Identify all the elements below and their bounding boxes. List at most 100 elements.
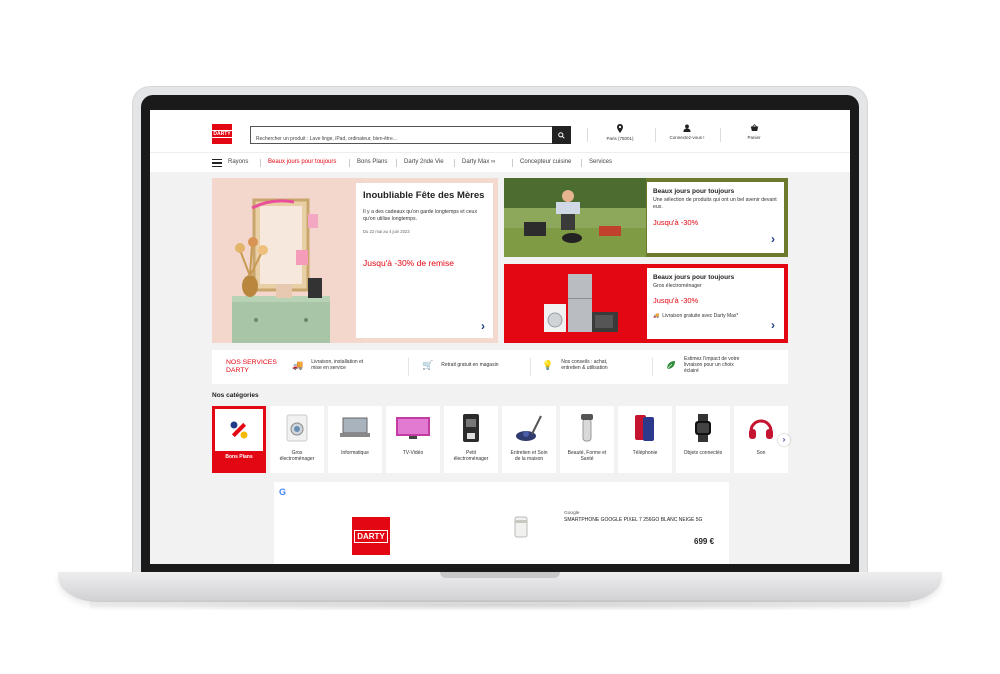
banner2-title: Beaux jours pour toujours — [653, 274, 735, 281]
vacuum-icon — [516, 415, 542, 441]
infinity-icon: ∞ — [491, 159, 496, 165]
category-label: Objets connectés — [683, 450, 723, 456]
service-impact[interactable]: Estimez l'impact de votre livraison pour … — [666, 356, 739, 374]
service-delivery-text: Livraison, installation et mise en servic… — [311, 359, 364, 371]
google-g-icon: G — [279, 487, 287, 497]
washing-machine-icon — [286, 414, 308, 442]
categories-title: Nos catégories — [212, 392, 259, 399]
banner2-subtitle: Gros électroménager — [653, 283, 702, 289]
coffee-machine-icon — [463, 414, 479, 442]
category-label: Son — [756, 450, 766, 456]
nav-item-services[interactable]: Services — [589, 159, 612, 165]
delivery-truck-icon: 🚚 — [292, 360, 304, 370]
category-label: Beauté, Forme et Santé — [567, 450, 607, 462]
basket-icon — [750, 124, 758, 131]
browser-screen: DARTY Paris (75001) Connectez-vous ! Pan… — [150, 110, 850, 564]
ad-logo-text: DARTY — [354, 529, 388, 543]
category-gros-electromenager[interactable]: Gros électroménager — [270, 406, 324, 473]
cart-label: Panier — [747, 135, 761, 140]
banner1-title: Beaux jours pour toujours — [653, 188, 735, 195]
category-label: Petit électroménager — [453, 450, 489, 462]
category-label: Entretien et Soin de la maison — [510, 450, 548, 462]
banner1-text: Une sélection de produits qui ont un bel… — [653, 197, 777, 210]
ad-brand: Google — [564, 511, 580, 516]
laptop-notch — [440, 572, 560, 578]
tv-icon — [396, 417, 430, 439]
search-input[interactable] — [251, 131, 551, 147]
banner1-illustration — [504, 178, 646, 257]
search-button[interactable] — [552, 126, 571, 144]
nav-rayons[interactable]: Rayons — [228, 159, 248, 165]
hero-card: Inoubliable Fête des Mères Il y a des ca… — [356, 183, 493, 338]
laptop-mockup: DARTY Paris (75001) Connectez-vous ! Pan… — [0, 0, 1000, 674]
hero-illustration — [212, 178, 362, 343]
hero-date: Du 22 mai au 4 juin 2023 — [363, 229, 410, 234]
cart-link[interactable]: Panier — [724, 124, 784, 140]
hero-text: Il y a des cadeaux qu'on garde longtemps… — [363, 209, 478, 222]
truck-icon: 🚚 — [653, 312, 660, 319]
main-nav: Rayons Beaux jours pour toujours Bons Pl… — [150, 152, 850, 172]
darty-logo[interactable]: DARTY — [211, 124, 233, 144]
hero-promo: Jusqu'à -30% de remise — [363, 258, 454, 268]
headphones-icon — [749, 419, 773, 439]
service-advice-text: Nos conseils : achat, entretien & utilisa… — [561, 359, 608, 371]
store-locator[interactable]: Paris (75001) — [590, 124, 650, 141]
nav-item-2nde-vie[interactable]: Darty 2nde Vie — [404, 159, 444, 165]
nav-item-darty-max[interactable]: Darty Max ∞ — [462, 159, 495, 165]
chevron-right-icon[interactable]: › — [771, 232, 775, 246]
carousel-next-icon[interactable]: › — [778, 434, 790, 446]
logo-text: DARTY — [211, 130, 233, 138]
service-advice[interactable]: 💡 Nos conseils : achat, entretien & utili… — [542, 359, 608, 371]
category-petit-electromenager[interactable]: Petit électroménager — [444, 406, 498, 473]
hero-title: Inoubliable Fête des Mères — [363, 190, 485, 201]
leaf-icon — [666, 361, 675, 370]
service-impact-text: Estimez l'impact de votre livraison pour … — [684, 356, 740, 374]
banner-beaux-jours[interactable]: Beaux jours pour toujours Une sélection … — [504, 178, 788, 257]
banner-gros-electromenager[interactable]: Beaux jours pour toujours Gros électromé… — [504, 264, 788, 343]
ad-price: 699 € — [694, 537, 715, 546]
category-entretien-maison[interactable]: Entretien et Soin de la maison — [502, 406, 556, 473]
bons-plans-icon — [215, 409, 263, 451]
service-pickup[interactable]: 🛒 Retrait gratuit en magasin — [422, 361, 499, 370]
nav-item-beaux-jours[interactable]: Beaux jours pour toujours — [268, 159, 336, 165]
service-pickup-text: Retrait gratuit en magasin — [441, 362, 499, 368]
nav-item-concepteur[interactable]: Concepteur cuisine — [520, 159, 571, 165]
banner2-shipping: 🚚 Livraison gratuite avec Darty Max* — [653, 313, 778, 319]
chevron-right-icon[interactable]: › — [481, 319, 485, 333]
banner2-illustration — [504, 264, 646, 343]
category-informatique[interactable]: Informatique — [328, 406, 382, 473]
search-bar — [250, 126, 571, 147]
category-tv-video[interactable]: TV-Vidéo — [386, 406, 440, 473]
search-icon — [558, 131, 565, 139]
services-title-line1: NOS SERVICES — [226, 359, 277, 366]
banner2-card: Beaux jours pour toujours Gros électromé… — [647, 268, 784, 339]
category-telephonie[interactable]: Téléphonie — [618, 406, 672, 473]
shipping-text: Livraison gratuite avec Darty Max* — [662, 312, 739, 319]
category-beaute[interactable]: Beauté, Forme et Santé — [560, 406, 614, 473]
service-delivery[interactable]: 🚚 Livraison, installation et mise en serv… — [292, 359, 363, 371]
services-title: NOS SERVICES DARTY — [226, 359, 277, 375]
smartwatch-icon — [695, 414, 711, 442]
hamburger-icon[interactable] — [212, 159, 222, 168]
account-link[interactable]: Connectez-vous ! — [657, 124, 717, 140]
banner1-promo: Jusqu'à -30% — [653, 218, 699, 227]
laptop-shadow — [90, 600, 910, 610]
user-icon — [683, 124, 691, 132]
category-label: Téléphonie — [632, 450, 658, 456]
nav-item-bons-plans[interactable]: Bons Plans — [357, 159, 387, 165]
ad-darty-logo: DARTY — [352, 517, 390, 555]
category-label: Bons Plans — [225, 454, 253, 460]
category-objets-connectes[interactable]: Objets connectés — [676, 406, 730, 473]
chevron-right-icon[interactable]: › — [771, 318, 775, 332]
google-shopping-ad[interactable]: G DARTY Google SMARTPHONE GOOGLE PIXEL 7… — [274, 482, 729, 564]
banner2-promo: Jusqu'à -30% — [653, 295, 699, 305]
laptop-icon — [340, 417, 370, 437]
ad-product-title[interactable]: SMARTPHONE GOOGLE PIXEL 7 256GO BLANC NE… — [564, 517, 702, 523]
lightbulb-icon: 💡 — [542, 360, 554, 370]
darty-max-label: Darty Max — [462, 159, 490, 165]
services-strip: NOS SERVICES DARTY 🚚 Livraison, installa… — [212, 350, 788, 384]
banner1-card: Beaux jours pour toujours Une sélection … — [647, 182, 784, 253]
category-label: Informatique — [341, 450, 369, 456]
location-pin-icon — [617, 124, 623, 133]
category-bons-plans[interactable]: Bons Plans — [212, 406, 266, 473]
